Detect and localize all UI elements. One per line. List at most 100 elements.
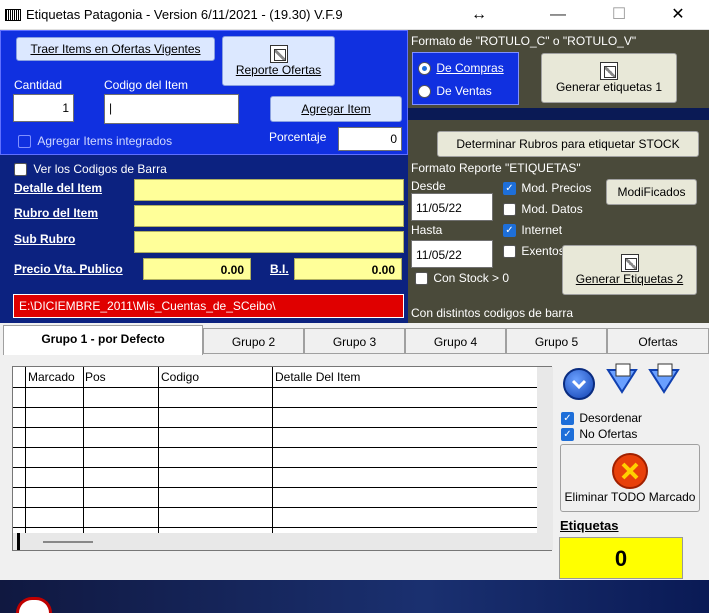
codigo-input[interactable]: | [104, 94, 239, 124]
agregar-integrados-checkbox[interactable]: Agregar Items integrados [18, 134, 173, 149]
title-bar: Etiquetas Patagonia - Version 6/11/2021 … [0, 0, 709, 30]
no-ofertas-label: No Ofertas [579, 427, 638, 441]
ver-codigos-label: Ver los Codigos de Barra [33, 162, 167, 176]
agregar-item-button[interactable]: Agregar Item [270, 96, 402, 122]
internet-checkbox[interactable]: ✓ Internet [503, 223, 563, 238]
resize-icon[interactable]: ↔ [464, 4, 494, 26]
cantidad-input[interactable]: 1 [13, 94, 74, 122]
reporte-ofertas-label: Reporte Ofertas [235, 63, 322, 77]
porcentaje-label: Porcentaje [269, 130, 327, 144]
grid-col-border [83, 367, 84, 550]
grid-row-line [13, 527, 537, 528]
desordenar-checkbox[interactable]: ✓ Desordenar [561, 411, 643, 426]
exentos-label: Exentos [521, 244, 565, 258]
minimize-button[interactable]: — [543, 4, 573, 26]
radio-compras[interactable]: De Compras [418, 61, 504, 76]
move-down-button[interactable] [604, 362, 640, 404]
cantidad-label: Cantidad [14, 78, 63, 92]
window-title: Etiquetas Patagonia - Version 6/11/2021 … [26, 7, 343, 22]
determinar-rubros-button[interactable]: Determinar Rubros para etiquetar STOCK [437, 131, 699, 157]
mod-datos-checkbox[interactable]: Mod. Datos [503, 202, 583, 217]
path-field[interactable]: E:\DICIEMBRE_2011\Mis_Cuentas_de_SCeibo\ [13, 294, 404, 318]
detalle-field[interactable] [134, 179, 404, 201]
formato-reporte-title: Formato Reporte "ETIQUETAS" [411, 161, 581, 175]
checkbox-box [14, 163, 27, 177]
checkbox-box [415, 272, 428, 286]
exentos-checkbox[interactable]: Exentos [503, 244, 565, 259]
hscroll-thumb[interactable] [43, 541, 93, 543]
grid-row-line [13, 487, 537, 488]
mod-precios-label: Mod. Precios [521, 181, 592, 195]
etiquetas-count: 0 [559, 537, 683, 579]
hasta-label: Hasta [411, 223, 443, 237]
agregar-integrados-label: Agregar Items integrados [37, 134, 173, 148]
eliminar-todo-button[interactable]: Eliminar TODO Marcado [560, 444, 700, 512]
move-last-button[interactable] [646, 362, 682, 404]
codigo-label: Codigo del Item [104, 78, 189, 92]
reporte-ofertas-button[interactable]: Reporte Ofertas [222, 36, 335, 86]
etiquetas-label: Etiquetas [560, 518, 619, 533]
tab-grupo-2[interactable]: Grupo 2 [203, 328, 304, 354]
porcentaje-input[interactable]: 0 [338, 127, 402, 151]
tab-grupo-5[interactable]: Grupo 5 [506, 328, 607, 354]
tab-ofertas[interactable]: Ofertas [607, 328, 709, 354]
grid-row-line [13, 467, 537, 468]
internet-label: Internet [521, 223, 563, 237]
mod-datos-label: Mod. Datos [521, 202, 583, 216]
generar2-label: Generar Etiquetas 2 [575, 272, 684, 286]
radio-ventas[interactable]: De Ventas [418, 84, 492, 99]
grid-hscroll[interactable] [13, 533, 537, 550]
close-button[interactable]: ✕ [663, 4, 693, 26]
bi-field[interactable]: 0.00 [294, 258, 402, 280]
grid-vscroll[interactable] [537, 367, 553, 550]
grid-row-line [13, 407, 537, 408]
grid-header-pos: Pos [85, 370, 106, 384]
grid-row-line [13, 447, 537, 448]
tab-grupo-1[interactable]: Grupo 1 - por Defecto [3, 325, 203, 355]
eliminar-label: Eliminar TODO Marcado [564, 490, 696, 504]
con-stock-label: Con Stock > 0 [433, 271, 510, 285]
subrubro-field[interactable] [134, 231, 404, 253]
hasta-input[interactable]: 11/05/22 [411, 240, 493, 268]
desde-label: Desde [411, 179, 446, 193]
grid-header-codigo: Codigo [161, 370, 200, 384]
scroll-down-button[interactable] [563, 368, 595, 400]
checkbox-box: ✓ [561, 428, 574, 442]
traer-items-button[interactable]: Traer Items en Ofertas Vigentes [16, 37, 215, 61]
ver-codigos-checkbox[interactable]: Ver los Codigos de Barra [14, 162, 167, 177]
tab-grupo-3[interactable]: Grupo 3 [304, 328, 405, 354]
precio-label: Precio Vta. Publico [14, 262, 123, 276]
desde-input[interactable]: 11/05/22 [411, 193, 493, 221]
radio-dot [418, 85, 431, 99]
rubro-field[interactable] [134, 205, 404, 227]
grid-row-line [13, 507, 537, 508]
chevron-down-icon [571, 379, 587, 390]
delete-icon [612, 453, 648, 489]
labels-icon [620, 254, 639, 272]
items-grid[interactable]: Marcado Pos Codigo Detalle Del Item [12, 366, 553, 551]
grid-col-border [158, 367, 159, 550]
radio-compras-label: De Compras [436, 61, 504, 75]
grid-header-detalle: Detalle Del Item [275, 370, 361, 384]
grid-col-border [272, 367, 273, 550]
move-last-icon [648, 363, 680, 394]
radio-dot [418, 62, 431, 76]
app-icon [5, 9, 21, 21]
radio-ventas-label: De Ventas [436, 84, 492, 98]
precio-field[interactable]: 0.00 [143, 258, 251, 280]
no-ofertas-checkbox[interactable]: ✓ No Ofertas [561, 427, 638, 442]
mod-precios-checkbox[interactable]: ✓ Mod. Precios [503, 181, 592, 196]
generar-etiquetas-2-button[interactable]: Generar Etiquetas 2 [562, 245, 697, 295]
bottom-strip [0, 580, 709, 613]
checkbox-box: ✓ [503, 182, 516, 196]
formato-title: Formato de "ROTULO_C" o "ROTULO_V" [411, 34, 637, 48]
desordenar-label: Desordenar [579, 411, 643, 425]
checkbox-box: ✓ [503, 224, 516, 238]
grid-row-line [13, 427, 537, 428]
con-stock-checkbox[interactable]: Con Stock > 0 [415, 271, 510, 286]
generar-etiquetas-1-button[interactable]: Generar etiquetas 1 [541, 53, 677, 103]
modificados-button[interactable]: ModiFicados [606, 179, 697, 205]
labels-icon [600, 62, 618, 80]
maximize-button[interactable]: ☐ [604, 4, 634, 26]
tab-grupo-4[interactable]: Grupo 4 [405, 328, 506, 354]
